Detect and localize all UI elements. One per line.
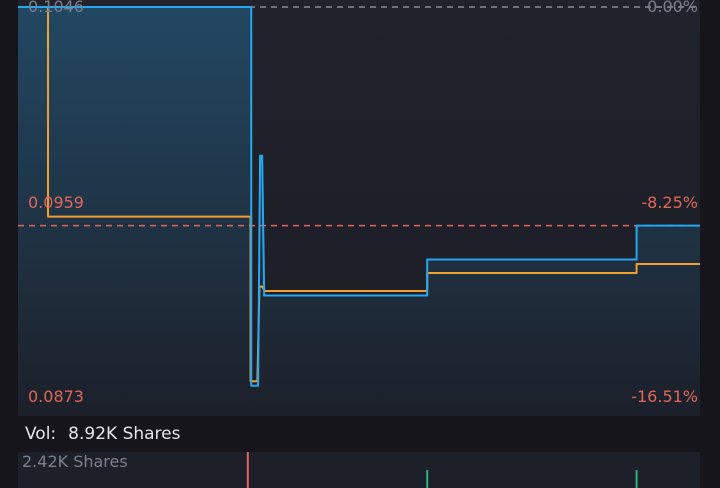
price-chart-svg <box>18 0 700 416</box>
volume-chart[interactable]: 2.42K Shares <box>18 452 700 488</box>
volume-bar-1 <box>426 470 429 488</box>
y-right-tick-mid: -8.25% <box>641 193 698 212</box>
volume-bar-2 <box>635 470 638 488</box>
volume-total: 8.92K Shares <box>68 424 181 444</box>
volume-summary: Vol: 8.92K Shares <box>18 416 700 452</box>
y-left-tick-mid: 0.0959 <box>28 193 84 212</box>
volume-max-label: 2.42K Shares <box>22 452 128 471</box>
y-right-tick-bottom: -16.51% <box>631 387 698 406</box>
y-right-tick-top: 0.00% <box>647 0 698 16</box>
y-left-tick-top: 0.1046 <box>28 0 84 16</box>
y-left-tick-bottom: 0.0873 <box>28 387 84 406</box>
volume-title: Vol: <box>25 424 57 444</box>
price-chart[interactable]: 0.1046 0.00% 0.0959 -8.25% 0.0873 -16.51… <box>0 0 720 416</box>
volume-bar-0 <box>246 452 249 488</box>
